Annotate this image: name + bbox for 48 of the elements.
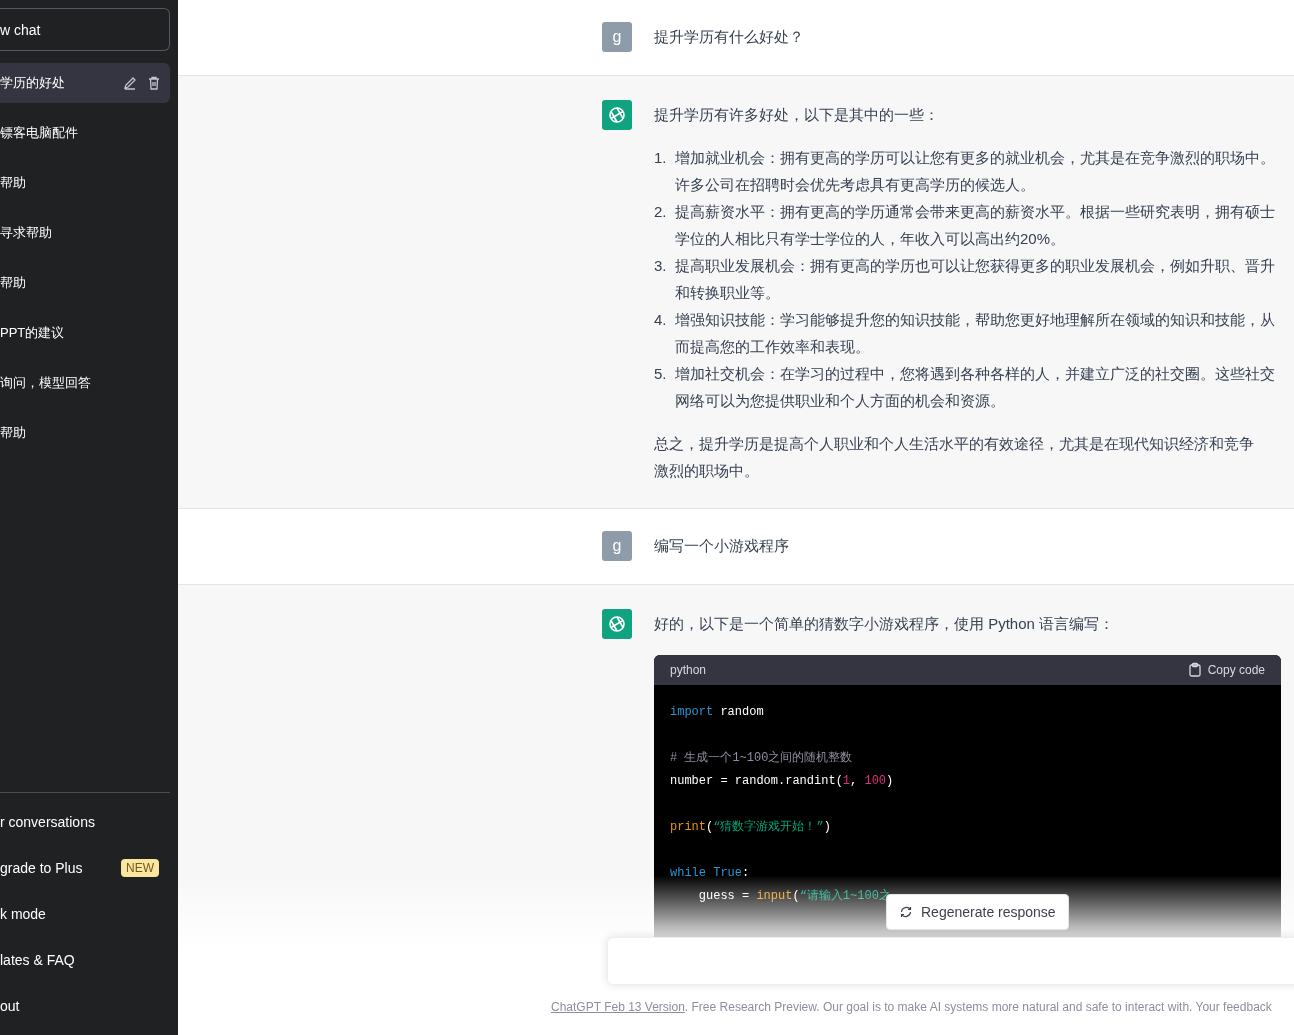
copy-code-button[interactable]: Copy code	[1187, 655, 1265, 685]
menu-item[interactable]: out	[0, 983, 170, 1029]
code-line: # 生成一个1~100之间的随机整数	[670, 750, 853, 767]
refresh-icon[interactable]	[899, 905, 913, 919]
code-line: while True:	[670, 865, 750, 882]
code-language: python	[670, 662, 707, 679]
new-chat-button[interactable]: w chat	[0, 8, 170, 51]
list-number: 5.	[654, 364, 668, 384]
list-item-text: 增加就业机会：拥有更高的学历可以让您有更多的就业机会，尤其是在竞争激烈的职场中。许多公司在招聘时会优先考虑具有更高学历的候选人。	[675, 148, 1276, 195]
code-line: number = random.randint(1, 100)	[670, 773, 894, 790]
conversation-item[interactable]: 帮助	[0, 263, 170, 303]
list-number: 4.	[654, 310, 668, 330]
list-item-text: 增加社交机会：在学习的过程中，您将遇到各种各样的人，并建立广泛的社交圈。这些社交网络可以为您提供职业和个人方面的机会和资源。	[675, 364, 1276, 411]
regenerate-button[interactable]: Regenerate response	[886, 894, 1069, 930]
menu-item[interactable]: k mode	[0, 891, 170, 937]
code-line: import random	[670, 704, 764, 721]
conversation-item[interactable]: PPT的建议	[0, 313, 170, 353]
assistant-message: 提升学历有许多好处，以下是其中的一些：	[654, 105, 940, 125]
menu-item[interactable]: r conversations	[0, 799, 170, 845]
knot-logo-icon	[606, 613, 628, 635]
conversation-item[interactable]: 帮助	[0, 163, 170, 203]
code-line: print(“猜数字游戏开始！”)	[670, 819, 831, 836]
user-avatar: g	[602, 531, 632, 561]
assistant-message: 总之，提升学历是提高个人职业和个人生活水平的有效途径，尤其是在现代知识经济和竞争激烈的职场中。	[654, 434, 1255, 481]
assistant-message: 好的，以下是一个简单的猜数字小游戏程序，使用 Python 语言编写：	[654, 614, 1116, 634]
list-number: 1.	[654, 148, 668, 168]
knot-logo-icon	[606, 104, 628, 126]
user-message: 提升学历有什么好处？	[654, 27, 805, 47]
new-badge: NEW	[121, 859, 159, 877]
message-input-field[interactable]	[607, 937, 1294, 985]
list-number: 3.	[654, 256, 668, 276]
list-item-text: 提高职业发展机会：拥有更高的学历也可以让您获得更多的职业发展机会，例如升职、晋升和转换职业等。	[675, 256, 1276, 303]
conversation-item[interactable]: 帮助	[0, 413, 170, 453]
footer-text: . Free Research Preview. Our goal is to make AI systems more natural and safe to interact with. Your feedback	[684, 1000, 1272, 1014]
list-item-text: 提高薪资水平：拥有更高的学历通常会带来更高的薪资水平。根据一些研究表明，拥有硕士学位的人相比只有学士学位的人，年收入可以高出约20%。	[675, 202, 1276, 249]
menu-item[interactable]: lates & FAQ	[0, 937, 170, 983]
user-avatar: g	[602, 22, 632, 52]
conversation-item[interactable]: 镖客电脑配件	[0, 113, 170, 153]
list-number: 2.	[654, 202, 668, 222]
conversation-item[interactable]: 学历的好处	[0, 63, 170, 103]
list-item-text: 增强知识技能：学习能够提升您的知识技能，帮助您更好地理解所在领域的知识和技能，从而提高您的工作效率和表现。	[675, 310, 1276, 357]
conversation-item[interactable]: 寻求帮助	[0, 213, 170, 253]
menu-label: grade to Plus	[0, 860, 84, 876]
conversation-item[interactable]: 询问，模型回答	[0, 363, 170, 403]
user-message: 编写一个小游戏程序	[654, 536, 790, 556]
trash-icon[interactable]	[146, 75, 162, 91]
edit-icon[interactable]	[122, 75, 138, 91]
clipboard-icon[interactable]	[1187, 662, 1202, 678]
